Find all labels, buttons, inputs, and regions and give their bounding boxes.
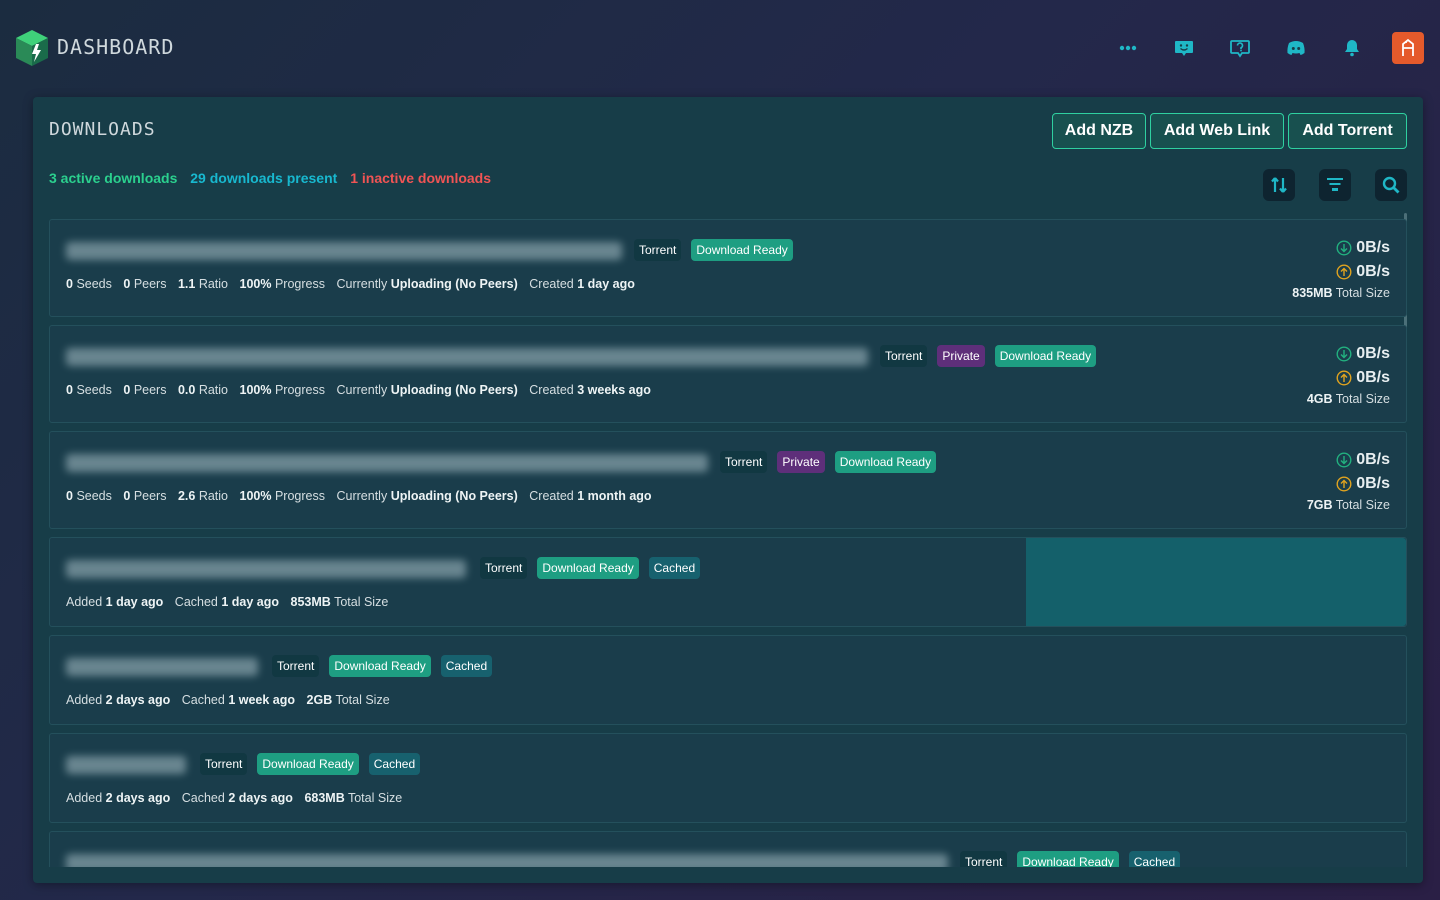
total-size: 7GB Total Size [1306,498,1390,512]
download-name [66,658,258,676]
download-tags: Torrent Download Ready [634,239,793,261]
tag-download-ready: Download Ready [834,451,937,473]
download-speed-icon [1336,452,1352,468]
download-name [66,242,622,260]
download-speed-icon [1336,346,1352,362]
download-tags: Torrent Private Download Ready [880,345,1097,367]
download-tags: Torrent Download Ready Cached [272,655,493,677]
brand-title[interactable]: DASHBOARD [57,35,174,59]
ideas-icon[interactable] [1224,32,1256,64]
tag-torrent: Torrent [720,451,768,473]
tag-cached: Cached [648,557,701,579]
tag-download-ready: Download Ready [257,753,359,775]
download-name [66,454,708,472]
filter-icon[interactable] [1319,169,1351,201]
user-avatar[interactable] [1392,32,1424,64]
add-web-link-button[interactable]: Add Web Link [1150,113,1284,149]
tag-download-ready: Download Ready [994,345,1097,367]
tag-torrent: Torrent [480,557,528,579]
download-stats: 3 active downloads 29 downloads present … [49,170,500,186]
tag-download-ready: Download Ready [1017,851,1119,867]
download-name [66,348,868,366]
downloads-panel: DOWNLOADS Add NZB Add Web Link Add Torre… [33,97,1423,883]
tag-cached: Cached [1128,851,1181,867]
download-meta: Added 2 days ago Cached 1 week ago 2GB T… [66,693,390,707]
upload-speed-icon [1336,476,1352,492]
total-size: 835MB Total Size [1292,286,1390,300]
upload-speed: 0B/s [1307,472,1390,496]
support-icon[interactable] [1168,32,1200,64]
download-item[interactable]: Torrent Private Download Ready 0 Seeds 0… [49,431,1407,529]
tag-cached: Cached [440,655,493,677]
upload-speed-icon [1336,264,1352,280]
download-speed-icon [1336,240,1352,256]
download-meta: 0 Seeds 0 Peers 1.1 Ratio 100% Progress … [66,277,635,291]
download-speed: 0B/s [1307,342,1390,366]
panel-title: DOWNLOADS [49,119,156,140]
logo-icon[interactable] [14,28,50,68]
tag-download-ready: Download Ready [537,557,639,579]
download-speeds: 0B/s 0B/s 7GB Total Size [1307,448,1390,512]
download-item[interactable]: Torrent Download Ready Cached Added 2 da… [49,635,1407,725]
upload-speed-icon [1336,370,1352,386]
active-downloads-count[interactable]: 3 active downloads [49,170,177,186]
progress-bar [1026,538,1406,626]
download-meta: Added 1 day ago Cached 1 day ago 853MB T… [66,595,389,609]
download-item[interactable]: Torrent Download Ready 0 Seeds 0 Peers 1… [49,219,1407,317]
upload-speed: 0B/s [1307,366,1390,390]
download-speeds: 0B/s 0B/s 835MB Total Size [1292,236,1390,300]
inactive-downloads-count[interactable]: 1 inactive downloads [350,170,491,186]
download-item[interactable]: Torrent Download Ready Cached [49,831,1407,867]
download-tags: Torrent Download Ready Cached [960,851,1181,867]
download-tags: Torrent Private Download Ready [720,451,937,473]
upload-speed: 0B/s [1292,260,1390,284]
download-speed: 0B/s [1292,236,1390,260]
tag-torrent: Torrent [880,345,928,367]
download-meta: 0 Seeds 0 Peers 0.0 Ratio 100% Progress … [66,383,651,397]
download-item[interactable]: Torrent Download Ready Cached Added 2 da… [49,733,1407,823]
tag-cached: Cached [368,753,421,775]
search-icon[interactable] [1375,169,1407,201]
add-torrent-button[interactable]: Add Torrent [1288,113,1407,149]
download-speed: 0B/s [1307,448,1390,472]
tag-torrent: Torrent [634,239,682,261]
tag-torrent: Torrent [272,655,320,677]
tag-download-ready: Download Ready [691,239,793,261]
discord-icon[interactable] [1280,32,1312,64]
sort-icon[interactable] [1263,169,1295,201]
download-name [66,756,186,774]
top-header: DASHBOARD [0,0,1440,96]
download-item[interactable]: Torrent Private Download Ready 0 Seeds 0… [49,325,1407,423]
download-meta: 0 Seeds 0 Peers 2.6 Ratio 100% Progress … [66,489,652,503]
present-downloads-count[interactable]: 29 downloads present [190,170,337,186]
tag-private: Private [777,451,825,473]
tag-torrent: Torrent [200,753,248,775]
download-tags: Torrent Download Ready Cached [480,557,701,579]
download-meta: Added 2 days ago Cached 2 days ago 683MB… [66,791,403,805]
tag-private: Private [937,345,985,367]
more-icon[interactable] [1112,32,1144,64]
downloads-list: Torrent Download Ready 0 Seeds 0 Peers 1… [49,219,1407,867]
add-nzb-button[interactable]: Add NZB [1052,113,1146,149]
download-speeds: 0B/s 0B/s 4GB Total Size [1307,342,1390,406]
tag-download-ready: Download Ready [329,655,431,677]
download-name [66,854,948,867]
download-tags: Torrent Download Ready Cached [200,753,421,775]
notifications-icon[interactable] [1336,32,1368,64]
tag-torrent: Torrent [960,851,1008,867]
total-size: 4GB Total Size [1306,392,1390,406]
download-item[interactable]: Torrent Download Ready Cached Added 1 da… [49,537,1407,627]
download-name [66,560,466,578]
